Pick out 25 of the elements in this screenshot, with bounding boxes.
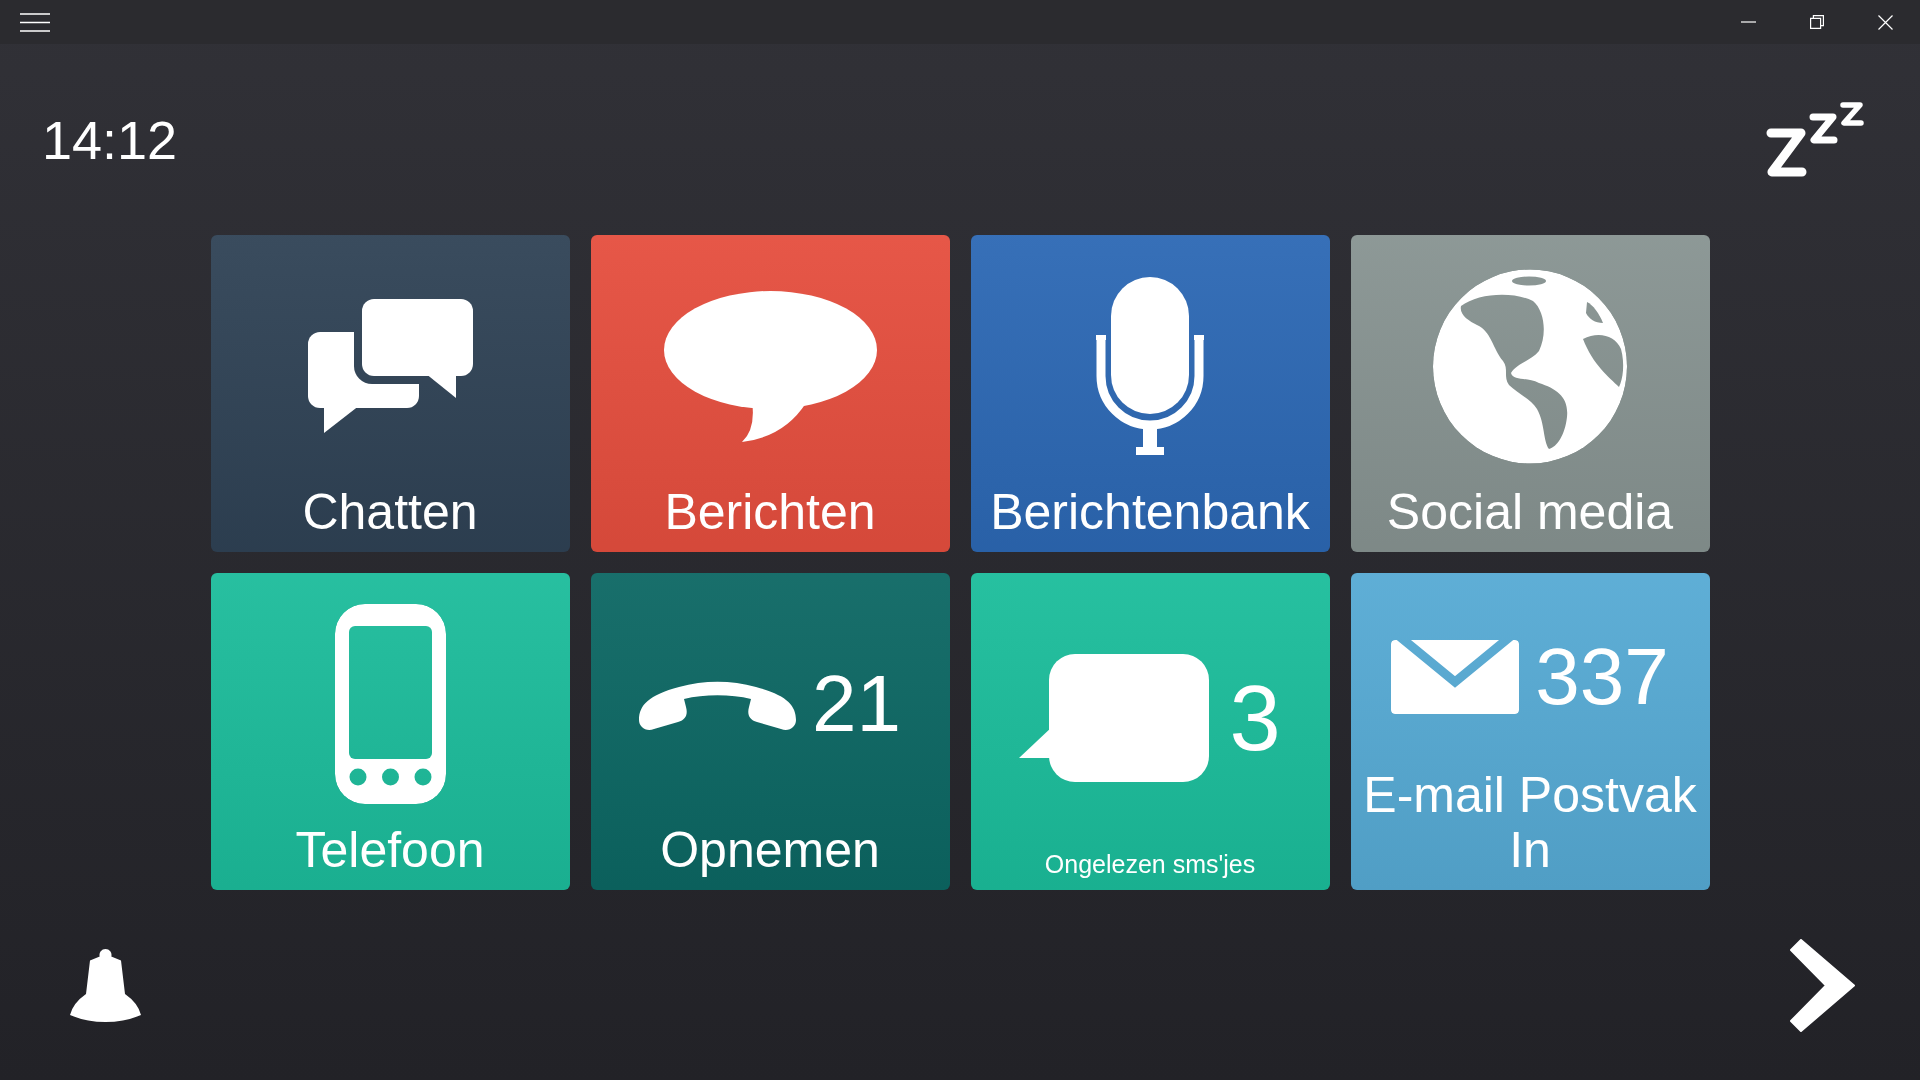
item-count: 337 xyxy=(1535,636,1669,717)
app-tile[interactable]: Social media xyxy=(1350,235,1710,552)
app-tile[interactable]: Berichtenbank xyxy=(970,235,1330,552)
chevron-right-icon[interactable] xyxy=(1790,938,1855,1032)
bell-icon[interactable] xyxy=(70,948,141,1022)
microphone-icon xyxy=(1096,277,1204,455)
close-icon[interactable] xyxy=(1878,14,1893,30)
envelope-icon xyxy=(1391,639,1520,714)
app-tile[interactable]: 21 Opnemen xyxy=(590,573,950,890)
app-tile[interactable]: Telefoon xyxy=(210,573,570,890)
restore-icon[interactable] xyxy=(1810,15,1824,29)
mobile-phone-icon xyxy=(334,604,446,804)
app-tile[interactable]: Chatten xyxy=(210,235,570,552)
clock-time: 14:12 xyxy=(42,112,178,167)
item-count: 21 xyxy=(812,664,901,744)
app-tile[interactable]: Berichten xyxy=(590,235,950,552)
sleep-icon[interactable] xyxy=(1766,102,1864,177)
app-tile[interactable]: 3 Ongelezen sms'jes xyxy=(970,573,1330,890)
speech-bubble-icon xyxy=(1019,653,1210,782)
speech-bubble-icon xyxy=(663,290,877,442)
menu-icon[interactable] xyxy=(20,12,50,32)
chat-bubbles-icon xyxy=(307,299,473,433)
app-tile[interactable]: 337 E-mail Postvak In xyxy=(1350,573,1710,890)
item-count: 3 xyxy=(1229,671,1281,764)
globe-icon xyxy=(1433,268,1627,464)
